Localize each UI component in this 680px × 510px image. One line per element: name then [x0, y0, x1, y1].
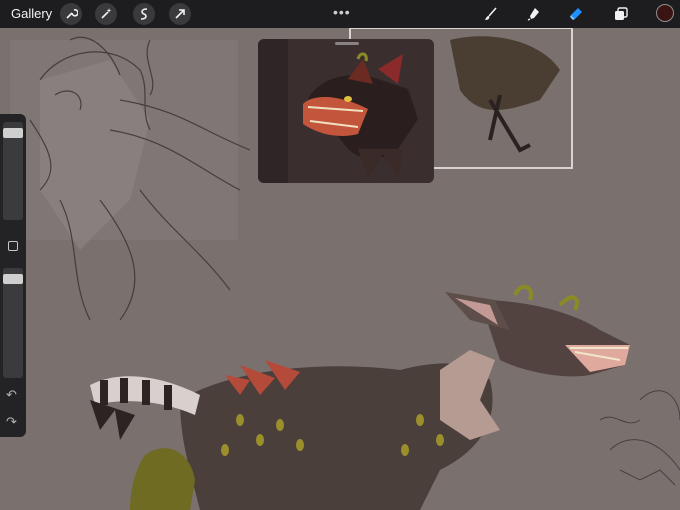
top-toolbar: Gallery ••• — [0, 0, 680, 28]
opacity-thumb[interactable] — [3, 274, 23, 284]
reference-window[interactable] — [258, 39, 434, 183]
brush-size-thumb[interactable] — [3, 128, 23, 138]
opacity-slider[interactable] — [3, 268, 23, 378]
eraser-icon[interactable] — [565, 3, 587, 25]
brush-icon[interactable] — [480, 3, 502, 25]
transform-arrow-icon[interactable] — [169, 3, 191, 25]
color-picker-button[interactable] — [656, 4, 674, 22]
wrench-icon[interactable] — [60, 3, 82, 25]
redo-button[interactable]: ↷ — [6, 414, 17, 430]
smudge-icon[interactable] — [523, 3, 545, 25]
reference-image — [303, 52, 418, 179]
reference-window-margin — [258, 39, 288, 183]
modify-button[interactable] — [8, 241, 18, 251]
undo-button[interactable]: ↶ — [6, 387, 17, 403]
left-sidebar: ↶ ↷ — [0, 114, 26, 437]
magic-wand-icon[interactable] — [95, 3, 117, 25]
gallery-button[interactable]: Gallery — [11, 6, 52, 21]
more-options-button[interactable]: ••• — [333, 4, 351, 20]
layers-icon[interactable] — [610, 3, 632, 25]
selection-icon[interactable] — [133, 3, 155, 25]
